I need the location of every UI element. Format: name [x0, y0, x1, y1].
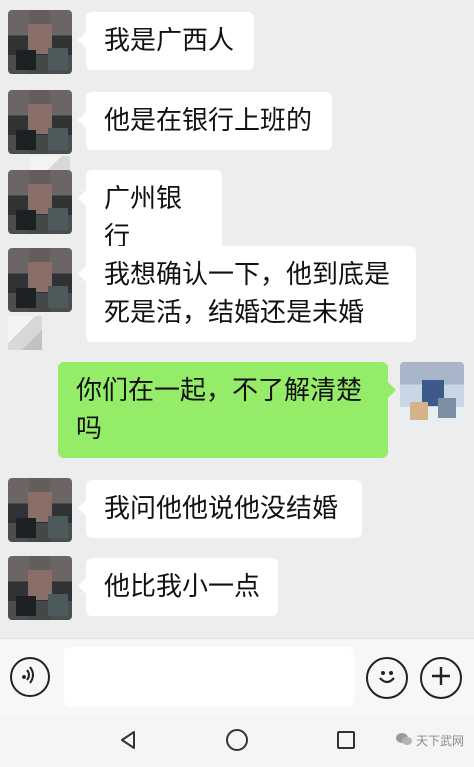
home-button[interactable] — [221, 726, 253, 758]
system-nav-bar: 天下武网 — [0, 716, 474, 767]
plus-icon — [429, 664, 453, 692]
voice-icon — [19, 664, 41, 690]
avatar-self[interactable] — [400, 362, 464, 426]
back-icon — [116, 728, 140, 756]
recent-apps-button[interactable] — [330, 726, 362, 758]
recent-apps-icon — [334, 728, 358, 756]
home-icon — [224, 727, 250, 757]
pixelated-image — [8, 316, 42, 350]
message-bubble[interactable]: 我想确认一下，他到底是死是活，结婚还是未婚 — [78, 246, 416, 342]
watermark: 天下武网 — [395, 732, 464, 749]
avatar[interactable] — [8, 556, 72, 620]
back-button[interactable] — [112, 726, 144, 758]
message-bubble-self[interactable]: 你们在一起，不了解清楚吗 — [58, 362, 396, 458]
message-bubble[interactable]: 他是在银行上班的 — [78, 92, 332, 150]
message-bubble[interactable]: 我问他他说他没结婚 — [78, 480, 362, 538]
message-bubble[interactable]: 他比我小一点 — [78, 558, 278, 616]
avatar[interactable] — [8, 10, 72, 74]
emoji-icon — [373, 662, 401, 694]
wechat-logo-icon — [395, 732, 412, 749]
emoji-button[interactable] — [366, 657, 408, 699]
avatar[interactable] — [8, 90, 72, 154]
voice-button[interactable] — [10, 657, 50, 697]
input-bar — [0, 638, 474, 717]
avatar[interactable] — [8, 170, 72, 234]
watermark-text: 天下武网 — [415, 734, 464, 748]
more-button[interactable] — [420, 657, 462, 699]
message-bubble[interactable]: 我是广西人 — [78, 12, 254, 70]
message-input[interactable] — [64, 647, 354, 707]
avatar[interactable] — [8, 478, 72, 542]
chat-area: 我是广西人 他是在银行上班的 广州银行 我想确认一下，他到底是死是活，结婚还是未… — [0, 0, 474, 638]
avatar[interactable] — [8, 248, 72, 312]
